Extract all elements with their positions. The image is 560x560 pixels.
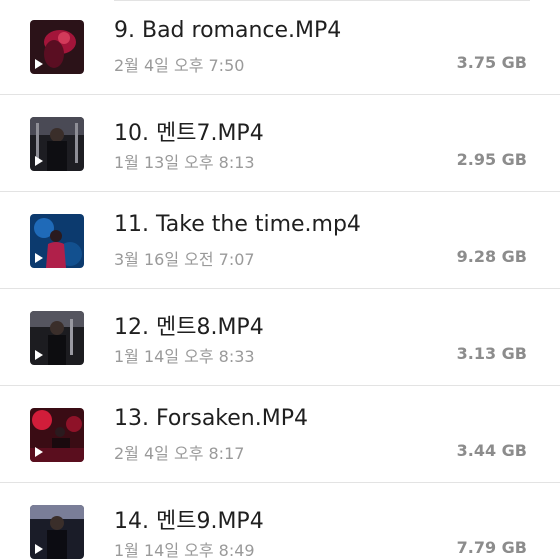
list-item[interactable]: 11. Take the time.mp4 3월 16일 오전 7:07 9.2… bbox=[0, 192, 560, 289]
video-thumbnail bbox=[30, 505, 84, 559]
file-name: 9. Bad romance.MP4 bbox=[114, 18, 342, 43]
file-name: 11. Take the time.mp4 bbox=[114, 212, 361, 237]
play-icon bbox=[35, 156, 43, 166]
file-list: 9. Bad romance.MP4 2월 4일 오후 7:50 3.75 GB… bbox=[0, 0, 560, 560]
video-thumbnail bbox=[30, 20, 84, 74]
file-date: 1월 13일 오후 8:13 bbox=[114, 153, 255, 172]
list-item[interactable]: 12. 멘트8.MP4 1월 14일 오후 8:33 3.13 GB bbox=[0, 289, 560, 386]
file-size: 3.44 GB bbox=[456, 441, 527, 460]
file-date: 1월 14일 오후 8:49 bbox=[114, 541, 255, 560]
file-name: 14. 멘트9.MP4 bbox=[114, 509, 264, 534]
play-icon bbox=[35, 350, 43, 360]
list-item[interactable]: 13. Forsaken.MP4 2월 4일 오후 8:17 3.44 GB bbox=[0, 386, 560, 483]
list-item[interactable]: 14. 멘트9.MP4 1월 14일 오후 8:49 7.79 GB bbox=[0, 483, 560, 560]
play-icon bbox=[35, 447, 43, 457]
file-size: 7.79 GB bbox=[456, 538, 527, 557]
play-icon bbox=[35, 544, 43, 554]
file-date: 2월 4일 오후 8:17 bbox=[114, 444, 245, 463]
file-size: 3.75 GB bbox=[456, 53, 527, 72]
file-size: 3.13 GB bbox=[456, 344, 527, 363]
list-item[interactable]: 9. Bad romance.MP4 2월 4일 오후 7:50 3.75 GB bbox=[0, 0, 560, 95]
file-date: 3월 16일 오전 7:07 bbox=[114, 250, 255, 269]
list-item[interactable]: 10. 멘트7.MP4 1월 13일 오후 8:13 2.95 GB bbox=[0, 95, 560, 192]
video-thumbnail bbox=[30, 117, 84, 171]
file-name: 13. Forsaken.MP4 bbox=[114, 406, 308, 431]
video-thumbnail bbox=[30, 311, 84, 365]
file-size: 2.95 GB bbox=[456, 150, 527, 169]
file-date: 1월 14일 오후 8:33 bbox=[114, 347, 255, 366]
play-icon bbox=[35, 59, 43, 69]
file-name: 10. 멘트7.MP4 bbox=[114, 121, 264, 146]
play-icon bbox=[35, 253, 43, 263]
video-thumbnail bbox=[30, 214, 84, 268]
video-thumbnail bbox=[30, 408, 84, 462]
file-name: 12. 멘트8.MP4 bbox=[114, 315, 264, 340]
file-size: 9.28 GB bbox=[456, 247, 527, 266]
file-date: 2월 4일 오후 7:50 bbox=[114, 56, 245, 75]
